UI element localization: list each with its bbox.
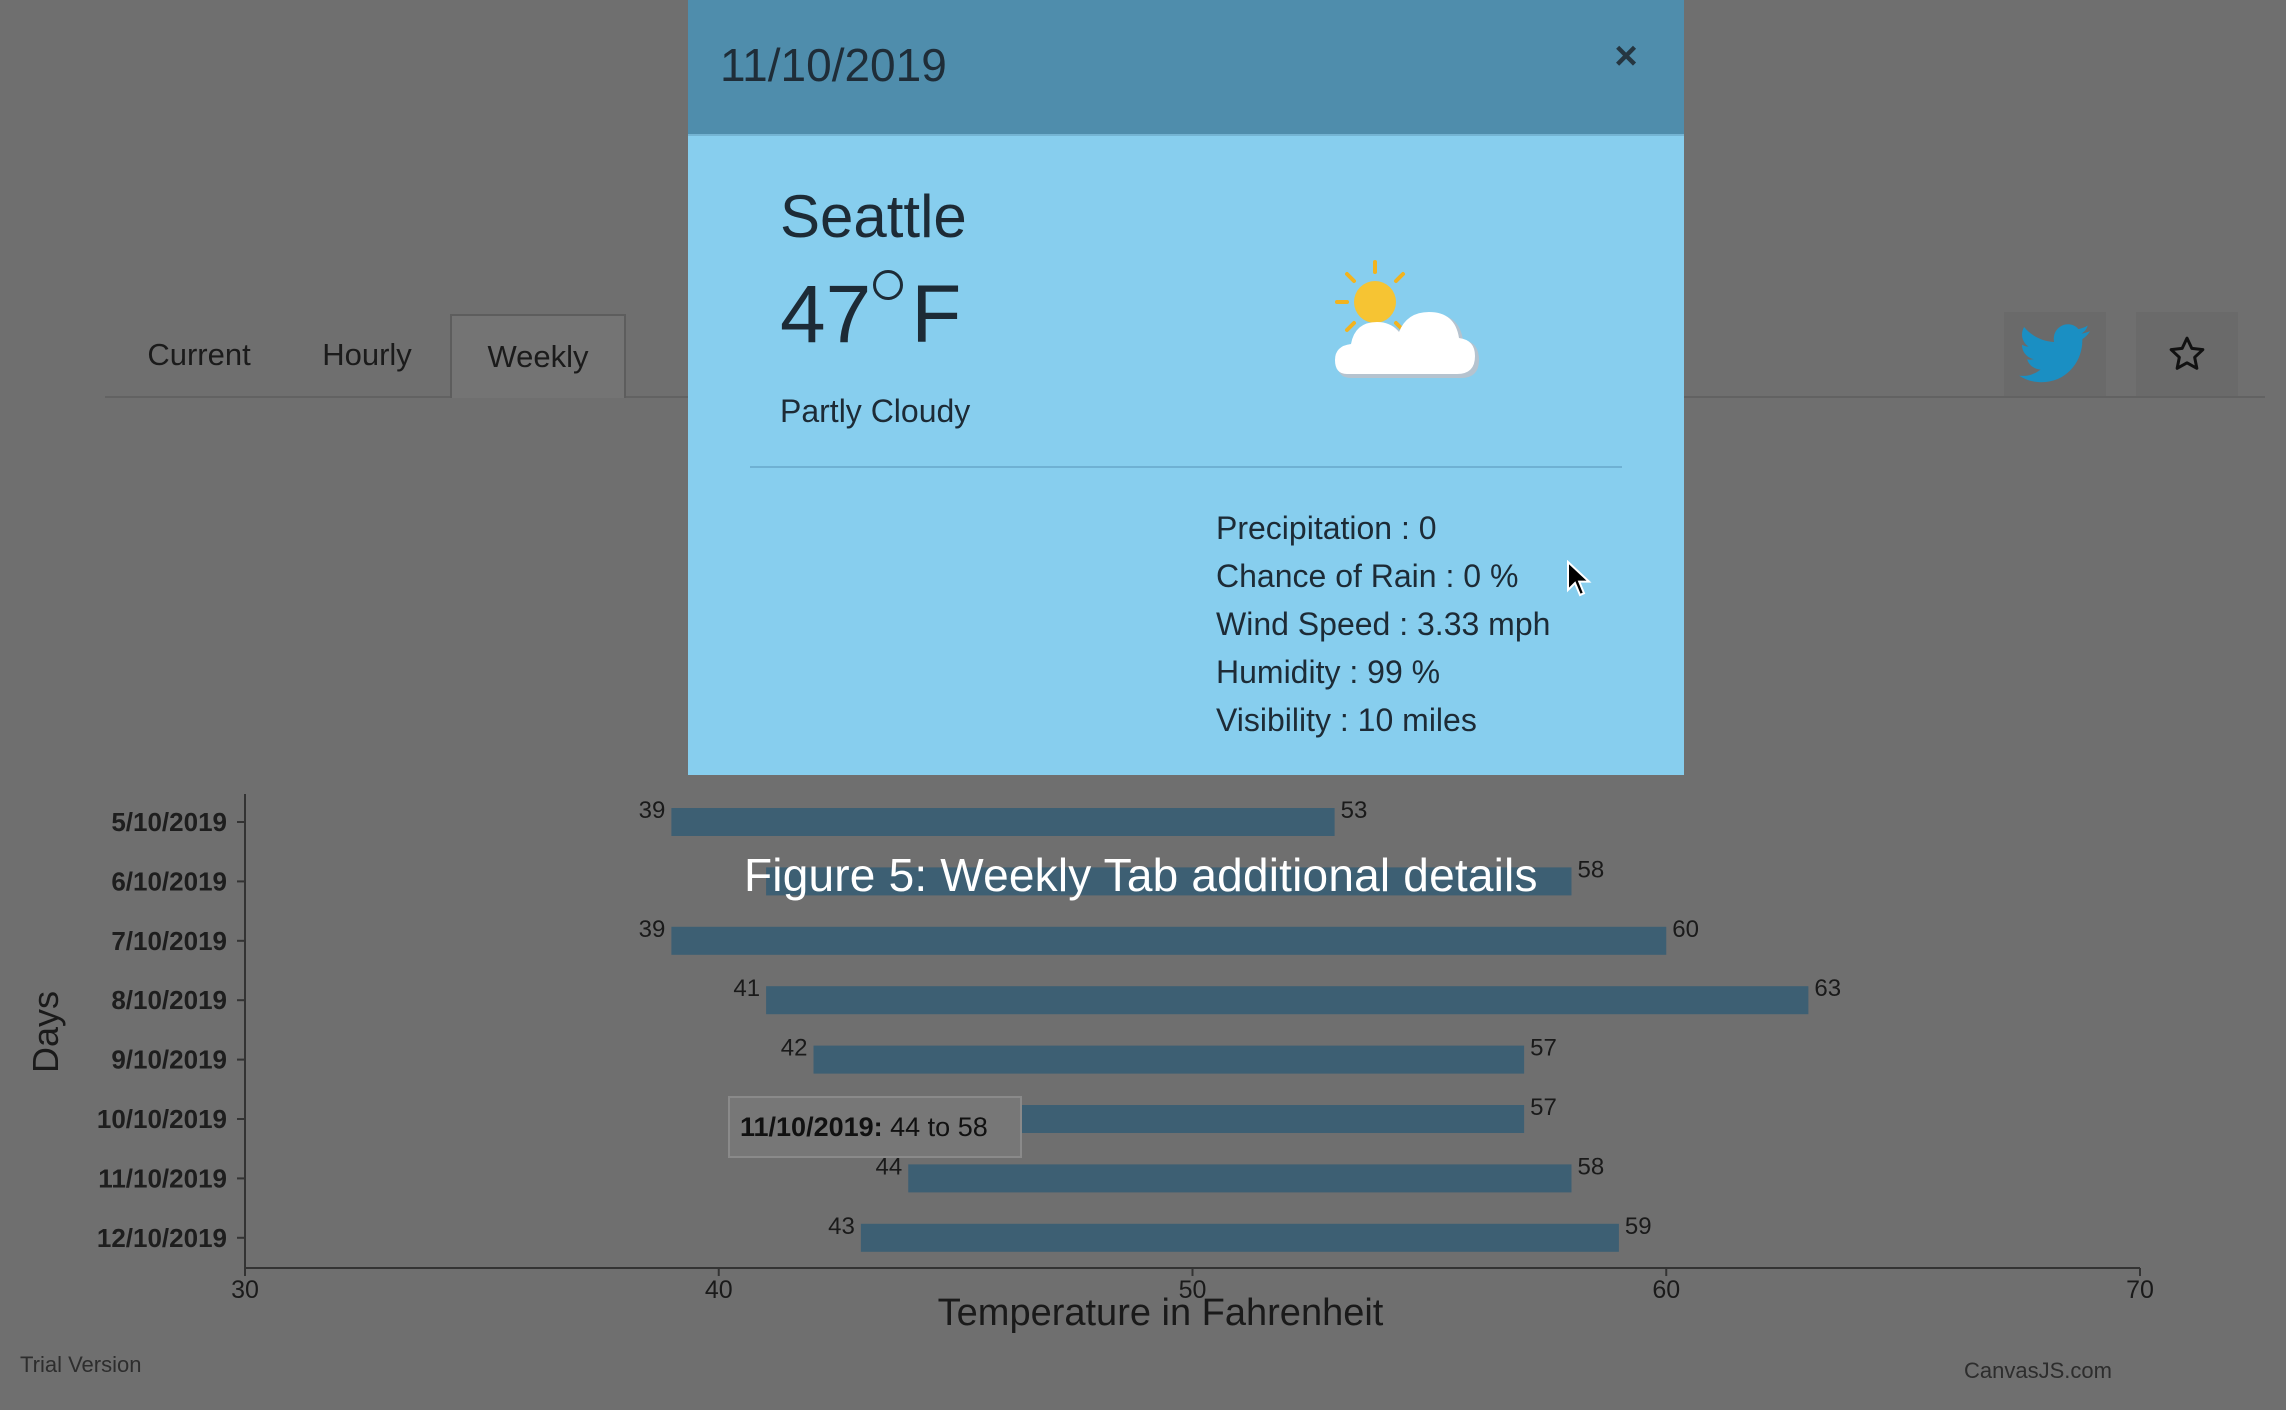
tab-weekly[interactable]: Weekly (450, 314, 626, 398)
y-tick-label: 6/10/2019 (111, 866, 227, 896)
x-tick-label: 70 (2126, 1276, 2154, 1304)
temperature-range-bar[interactable] (766, 986, 1809, 1015)
tab-current[interactable]: Current (125, 314, 273, 396)
city-name: Seattle (780, 183, 967, 250)
temperature-range-bar[interactable] (671, 808, 1335, 836)
bar-high-label: 53 (1341, 797, 1368, 824)
bar-low-label: 41 (733, 975, 760, 1002)
bar-high-label: 63 (1814, 975, 1841, 1002)
tab-hourly[interactable]: Hourly (297, 314, 437, 396)
bar-high-label: 60 (1672, 916, 1699, 943)
partly-cloudy-icon (1335, 260, 1479, 378)
figure-caption: Figure 5: Weekly Tab additional details (744, 849, 1538, 901)
day-details-modal: 11/10/2019 × Seattle 47 F Partly Cloudy P… (688, 0, 1684, 775)
bar-high-label: 57 (1530, 1094, 1557, 1121)
y-axis-title: Days (25, 991, 66, 1073)
temperature-value: 47 F (780, 268, 961, 362)
temperature-number: 47 (780, 269, 872, 360)
close-icon[interactable]: × (1608, 36, 1644, 76)
bar-low-label: 39 (639, 916, 666, 943)
y-tick-label: 8/10/2019 (111, 985, 227, 1015)
bar-low-label: 43 (828, 1213, 855, 1240)
mouse-pointer-icon (1567, 560, 1592, 597)
trial-version-label: Trial Version (20, 1352, 142, 1377)
x-tick-label: 30 (231, 1276, 259, 1304)
temperature-unit: F (911, 269, 962, 360)
temperature-range-bar[interactable] (813, 1045, 1525, 1074)
bar-low-label: 42 (781, 1035, 808, 1062)
weather-condition: Partly Cloudy (780, 393, 971, 429)
weather-details-list: Precipitation : 0 Chance of Rain : 0 % W… (1216, 504, 1550, 744)
bar-high-label: 57 (1530, 1035, 1557, 1062)
y-tick-label: 7/10/2019 (111, 926, 227, 956)
twitter-icon (2019, 324, 2090, 383)
tooltip-date: 11/10/2019: (740, 1112, 883, 1142)
weather-app-page: Current Hourly Weekly 30 40 50 60 70 Temperat… (0, 0, 2286, 1402)
y-tick-label: 10/10/2019 (97, 1104, 227, 1134)
degree-icon (873, 270, 904, 300)
visibility-detail: Visibility : 10 miles (1216, 702, 1477, 738)
chart-tooltip: 11/10/2019: 44 to 58 (728, 1096, 1022, 1158)
temperature-range-bar[interactable] (671, 926, 1667, 955)
bar-high-label: 58 (1578, 1153, 1605, 1180)
modal-title-date: 11/10/2019 (720, 39, 947, 91)
wind-speed-detail: Wind Speed : 3.33 mph (1216, 606, 1551, 642)
modal-divider (750, 466, 1622, 468)
y-tick-label: 5/10/2019 (111, 807, 227, 837)
x-tick-label: 40 (705, 1276, 733, 1304)
y-tick-label: 12/10/2019 (97, 1223, 227, 1253)
twitter-share-button[interactable] (2004, 312, 2106, 396)
star-icon (2169, 336, 2205, 370)
chance-of-rain-detail: Chance of Rain : 0 % (1216, 558, 1519, 594)
modal-header: 11/10/2019 × (688, 0, 1684, 136)
tooltip-range: 44 to 58 (882, 1112, 988, 1142)
y-tick-label: 11/10/2019 (98, 1163, 227, 1193)
bar-high-label: 58 (1578, 856, 1605, 883)
favorite-button[interactable] (2136, 312, 2238, 396)
temperature-range-bar[interactable] (908, 1164, 1572, 1193)
precipitation-detail: Precipitation : 0 (1216, 510, 1437, 546)
bar-low-label: 39 (639, 797, 666, 824)
humidity-detail: Humidity : 99 % (1216, 654, 1441, 690)
bar-high-label: 59 (1625, 1213, 1652, 1240)
x-tick-label: 60 (1652, 1276, 1680, 1304)
canvasjs-credit[interactable]: CanvasJS.com (1964, 1358, 2112, 1384)
x-axis-title: Temperature in Fahrenheit (938, 1292, 1384, 1334)
temperature-range-bar[interactable] (860, 1223, 1619, 1252)
y-tick-label: 9/10/2019 (111, 1045, 227, 1075)
